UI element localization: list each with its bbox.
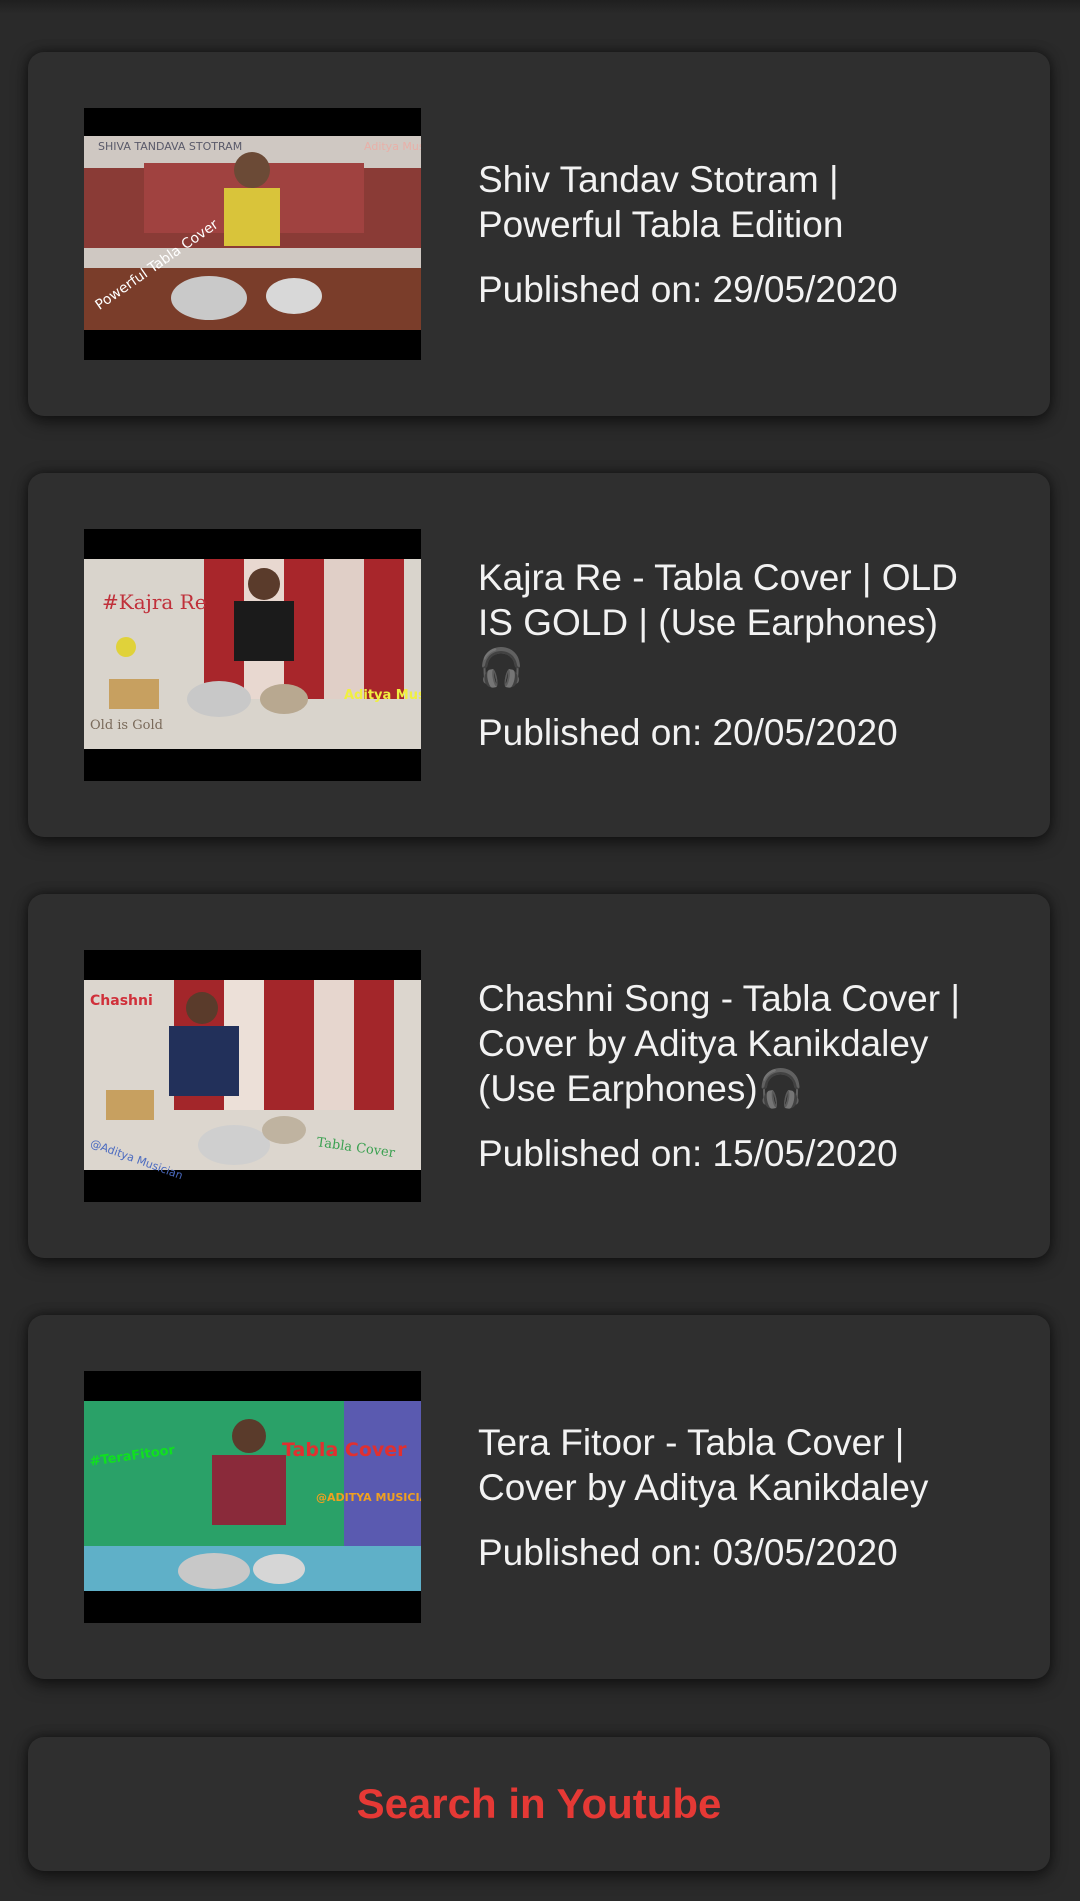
thumbnail-text: Aditya Musician (364, 140, 421, 153)
video-date: Published on: 29/05/2020 (478, 268, 898, 310)
video-card[interactable]: Chashni @Aditya Musician Tabla Cover Cha… (28, 894, 1050, 1258)
search-in-youtube-button[interactable]: Search in Youtube (28, 1737, 1050, 1871)
thumbnail-text: Chashni (90, 993, 153, 1009)
video-title: Tera Fitoor - Tabla Cover | Cover by Adi… (478, 1421, 929, 1508)
video-title: Kajra Re - Tabla Cover | OLD IS GOLD | (… (478, 557, 958, 688)
thumbnail-text: Tabla Cover (282, 1439, 407, 1461)
video-thumbnail[interactable]: Chashni @Aditya Musician Tabla Cover (84, 950, 421, 1202)
thumbnail-image: #Kajra Re Aditya Musician Old is Gold (84, 529, 421, 781)
video-info: Shiv Tandav Stotram | Powerful Tabla Edi… (478, 52, 990, 416)
thumbnail-text: #Kajra Re (102, 590, 207, 614)
video-info: Tera Fitoor - Tabla Cover | Cover by Adi… (478, 1315, 990, 1679)
video-date: Published on: 03/05/2020 (478, 1531, 898, 1573)
thumbnail-text: SHIVA TANDAVA STOTRAM (98, 140, 242, 153)
thumbnail-image: SHIVA TANDAVA STOTRAM Aditya Musician Po… (84, 108, 421, 360)
video-date: Published on: 20/05/2020 (478, 712, 898, 753)
video-thumbnail[interactable]: #TeraFitoor Tabla Cover @ADITYA MUSICIAN (84, 1371, 421, 1623)
thumbnail-image: Chashni @Aditya Musician Tabla Cover (84, 950, 421, 1202)
video-title: Shiv Tandav Stotram | Powerful Tabla Edi… (478, 158, 844, 245)
video-card[interactable]: #TeraFitoor Tabla Cover @ADITYA MUSICIAN… (28, 1315, 1050, 1679)
thumbnail-image: #TeraFitoor Tabla Cover @ADITYA MUSICIAN (84, 1371, 421, 1623)
video-thumbnail[interactable]: #Kajra Re Aditya Musician Old is Gold (84, 529, 421, 781)
video-info: Chashni Song - Tabla Cover | Cover by Ad… (478, 894, 990, 1258)
video-info: Kajra Re - Tabla Cover | OLD IS GOLD | (… (478, 473, 990, 837)
video-list-screen: SHIVA TANDAVA STOTRAM Aditya Musician Po… (0, 0, 1080, 1901)
top-shadow (0, 0, 1080, 14)
video-title: Chashni Song - Tabla Cover | Cover by Ad… (478, 978, 960, 1109)
thumbnail-text: Aditya Musician (344, 688, 421, 703)
video-card[interactable]: SHIVA TANDAVA STOTRAM Aditya Musician Po… (28, 52, 1050, 416)
thumbnail-text: @ADITYA MUSICIAN (316, 1491, 421, 1504)
video-card[interactable]: #Kajra Re Aditya Musician Old is Gold Ka… (28, 473, 1050, 837)
video-date: Published on: 15/05/2020 (478, 1133, 898, 1174)
thumbnail-text: Old is Gold (90, 718, 163, 733)
video-thumbnail[interactable]: SHIVA TANDAVA STOTRAM Aditya Musician Po… (84, 108, 421, 360)
